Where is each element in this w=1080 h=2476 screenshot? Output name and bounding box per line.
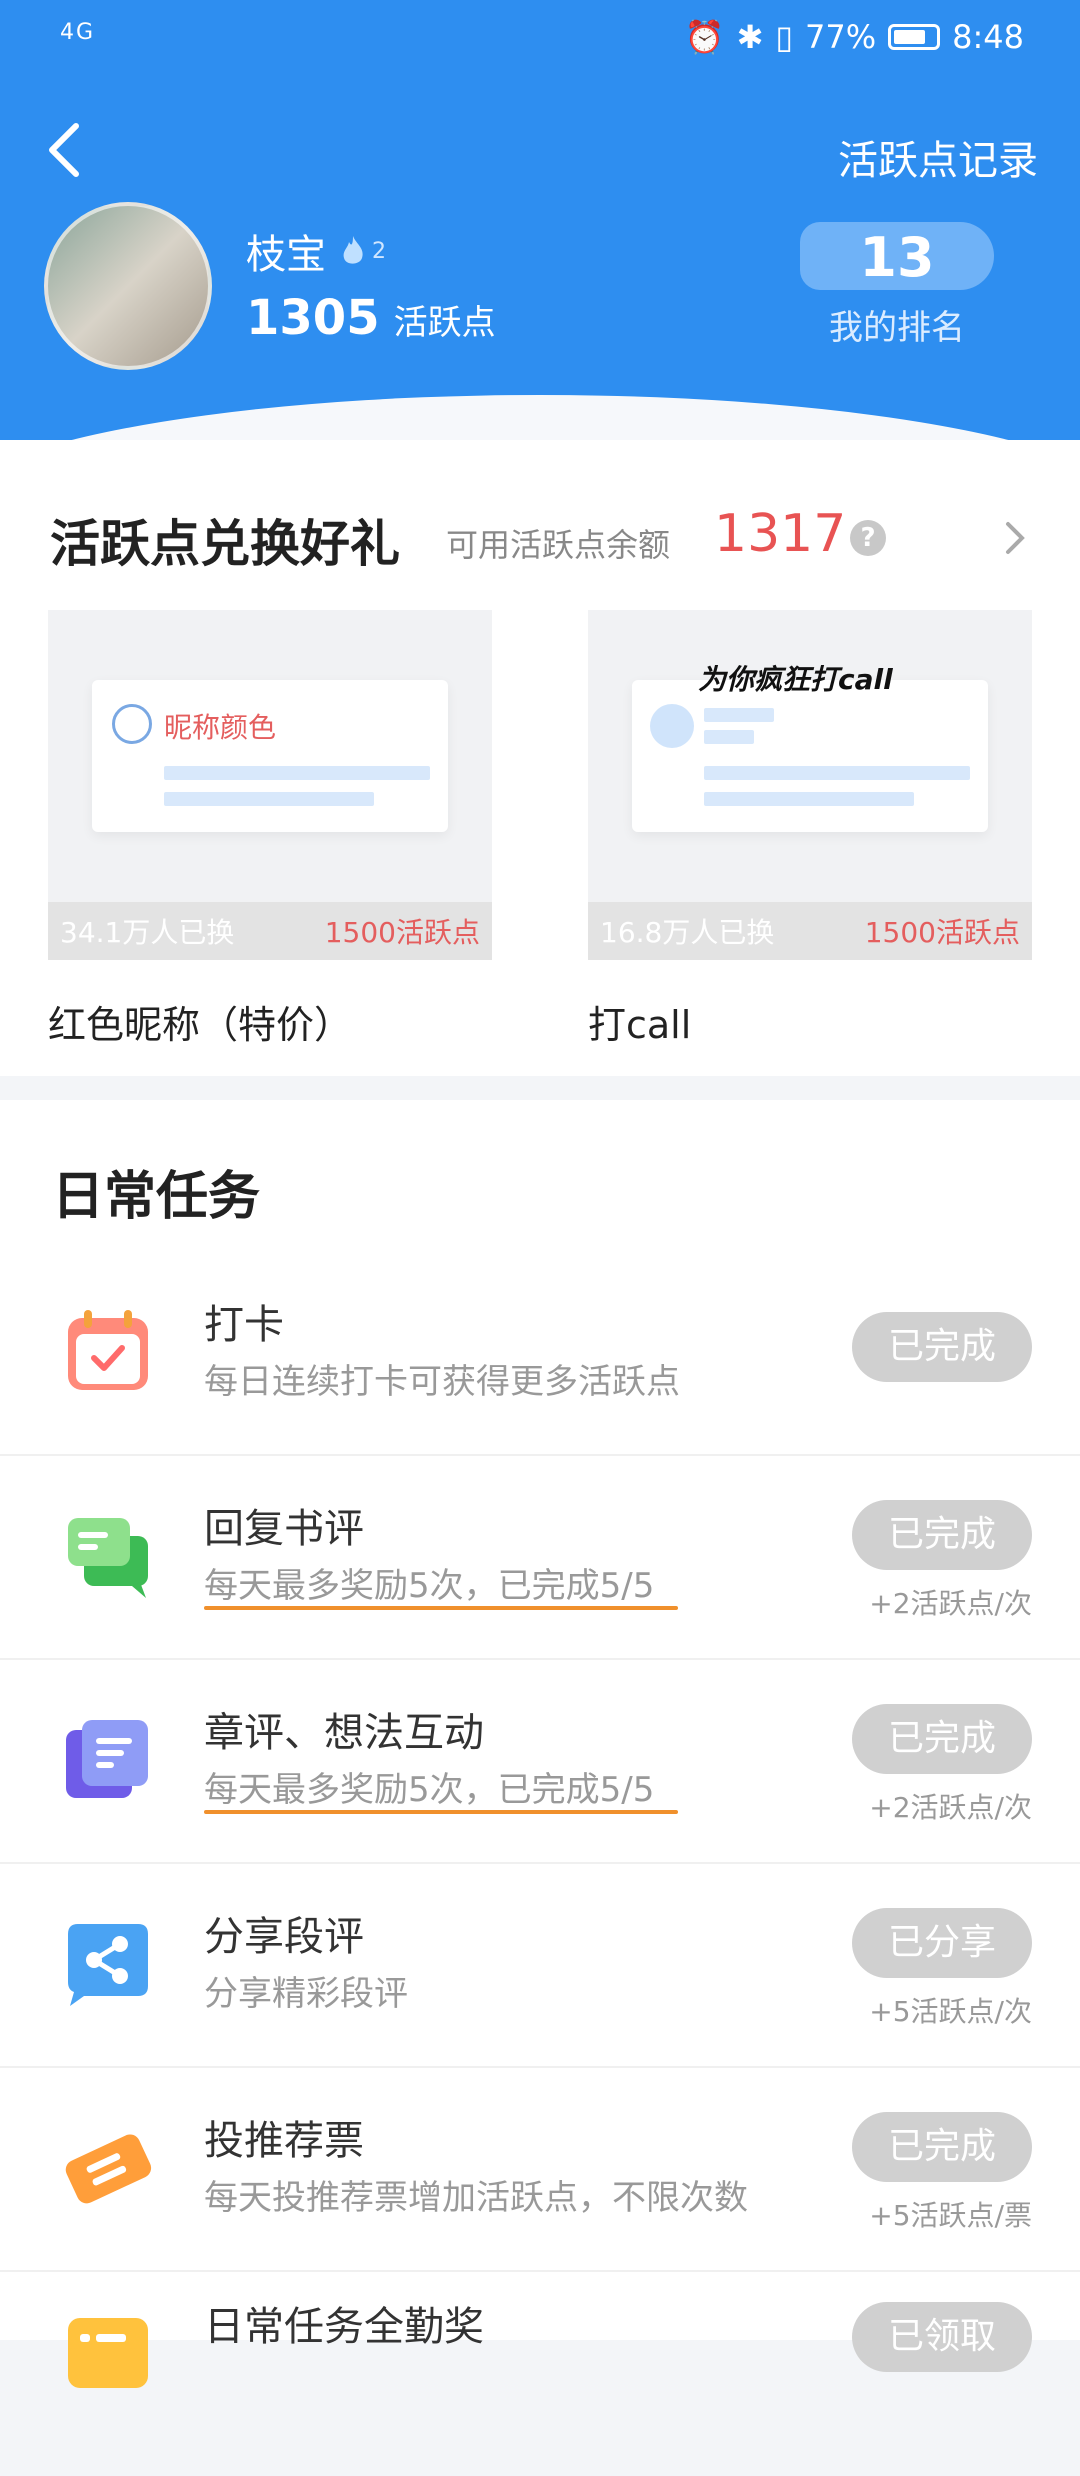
task-desc: 每天最多奖励5次，已完成5/5 — [204, 1770, 655, 1810]
placeholder-bar — [164, 792, 374, 806]
preview-text: 昵称颜色 — [164, 711, 277, 744]
task-desc: 每日连续打卡可获得更多活跃点 — [204, 1362, 680, 1402]
task-name: 章评、想法互动 — [204, 1710, 484, 1756]
gift-preview: 昵称颜色 — [92, 680, 448, 832]
level-badge: 2 — [338, 234, 386, 268]
task-name: 投推荐票 — [204, 2118, 364, 2164]
swapped-count: 34.1万人已换 — [60, 916, 235, 949]
placeholder-bar — [704, 766, 970, 780]
task-reward: +2活跃点/次 — [869, 1587, 1032, 1620]
balance-label: 可用活跃点余额 — [446, 526, 671, 564]
gift-footer: 16.8万人已换 1500活跃点 — [588, 902, 1032, 960]
placeholder-bar — [704, 708, 774, 722]
task-reward: +5活跃点/次 — [869, 1995, 1032, 2028]
rank-label: 我的排名 — [829, 308, 965, 348]
balance-value: 1317 — [714, 504, 847, 564]
daily-tasks-section: 日常任务 打卡 每日连续打卡可获得更多活跃点 已完成 回复书评 每天最多奖励5次… — [0, 1100, 1080, 2388]
avatar[interactable] — [44, 202, 212, 370]
task-desc: 分享精彩段评 — [204, 1974, 408, 2014]
flame-icon — [343, 236, 363, 264]
task-row-share-comment: 分享段评 分享精彩段评 已分享 +5活跃点/次 — [0, 1864, 1080, 2068]
vibrate-icon: ▯ — [775, 18, 794, 56]
task-row-vote: 投推荐票 每天投推荐票增加活跃点，不限次数 已完成 +5活跃点/票 — [0, 2068, 1080, 2272]
exchange-section: 活跃点兑换好礼 可用活跃点余额 1317 ? 昵称颜色 34.1万人已换 150… — [0, 440, 1080, 1076]
daily-tasks-title: 日常任务 — [52, 1166, 261, 1227]
task-status-button[interactable]: 已领取 — [852, 2302, 1032, 2372]
status-right: ⏰ ✱ ▯ 77% 8:48 — [685, 18, 1024, 56]
points-value: 1305 — [246, 290, 380, 346]
user-name: 枝宝 — [246, 232, 326, 278]
bluetooth-icon: ✱ — [736, 18, 764, 56]
gift-cost: 1500活跃点 — [864, 916, 1020, 949]
battery-icon — [888, 24, 941, 50]
highlight-underline — [204, 1810, 678, 1814]
task-row-chapter-comment: 章评、想法互动 每天最多奖励5次，已完成5/5 已完成 +2活跃点/次 — [0, 1660, 1080, 1864]
avatar-placeholder — [650, 704, 694, 748]
help-icon[interactable]: ? — [850, 520, 886, 556]
award-icon — [68, 2318, 148, 2388]
status-bar: 4G ⏰ ✱ ▯ 77% 8:48 — [0, 14, 1080, 64]
task-desc: 每天投推荐票增加活跃点，不限次数 — [204, 2178, 748, 2218]
rank-value: 13 — [859, 226, 935, 289]
placeholder-bar — [704, 792, 914, 806]
task-status-button[interactable]: 已完成 — [852, 2112, 1032, 2182]
placeholder-bar — [164, 766, 430, 780]
task-desc: 每天最多奖励5次，已完成5/5 — [204, 1566, 655, 1606]
network-indicator: 4G — [60, 20, 96, 45]
task-name: 打卡 — [204, 1302, 284, 1348]
calendar-icon — [68, 1310, 148, 1390]
task-name: 回复书评 — [204, 1506, 364, 1552]
header-curve — [0, 395, 1080, 440]
level-number: 2 — [372, 238, 386, 264]
share-icon — [68, 1924, 148, 2006]
task-row-reply-review: 回复书评 每天最多奖励5次，已完成5/5 已完成 +2活跃点/次 — [0, 1456, 1080, 1660]
gift-preview — [632, 680, 988, 832]
task-status-button[interactable]: 已分享 — [852, 1908, 1032, 1978]
swapped-count: 16.8万人已换 — [600, 916, 775, 949]
task-reward: +2活跃点/次 — [869, 1791, 1032, 1824]
highlight-underline — [204, 1606, 678, 1610]
ticket-icon — [65, 2134, 152, 2204]
gift-cost: 1500活跃点 — [324, 916, 480, 949]
task-reward: +5活跃点/票 — [869, 2199, 1032, 2232]
activity-records-link[interactable]: 活跃点记录 — [838, 128, 1038, 186]
user-name-row: 枝宝 2 — [246, 222, 386, 280]
user-icon — [112, 704, 152, 744]
points-label: 活跃点 — [393, 303, 496, 343]
task-row-attendance: 日常任务全勤奖 已领取 — [0, 2272, 1080, 2476]
gift-footer: 34.1万人已换 1500活跃点 — [48, 902, 492, 960]
gift-name[interactable]: 红色昵称（特价） — [48, 994, 352, 1049]
user-points: 1305 活跃点 — [246, 290, 496, 346]
task-name: 日常任务全勤奖 — [204, 2304, 484, 2350]
chevron-right-icon[interactable] — [1004, 520, 1026, 560]
battery-percent: 77% — [805, 18, 877, 56]
task-status-button[interactable]: 已完成 — [852, 1500, 1032, 1570]
back-arrow-icon[interactable] — [44, 120, 84, 180]
gift-card-call[interactable]: 为你疯狂打call 16.8万人已换 1500活跃点 — [588, 610, 1032, 960]
task-name: 分享段评 — [204, 1914, 364, 1960]
note-icon — [66, 1720, 148, 1798]
gift-name[interactable]: 打call — [588, 994, 691, 1049]
placeholder-bar — [704, 730, 754, 744]
chat-icon — [68, 1518, 148, 1598]
task-status-button[interactable]: 已完成 — [852, 1704, 1032, 1774]
gift-card-red-nickname[interactable]: 昵称颜色 34.1万人已换 1500活跃点 — [48, 610, 492, 960]
exchange-title: 活跃点兑换好礼 — [50, 514, 400, 573]
clock: 8:48 — [952, 18, 1024, 56]
alarm-icon: ⏰ — [684, 18, 725, 56]
task-row-checkin: 打卡 每日连续打卡可获得更多活跃点 已完成 — [0, 1252, 1080, 1456]
task-status-button[interactable]: 已完成 — [852, 1312, 1032, 1382]
profile-header: 4G ⏰ ✱ ▯ 77% 8:48 活跃点记录 枝宝 2 1305 活跃点 13… — [0, 0, 1080, 440]
call-banner-text: 为你疯狂打call — [698, 663, 893, 696]
